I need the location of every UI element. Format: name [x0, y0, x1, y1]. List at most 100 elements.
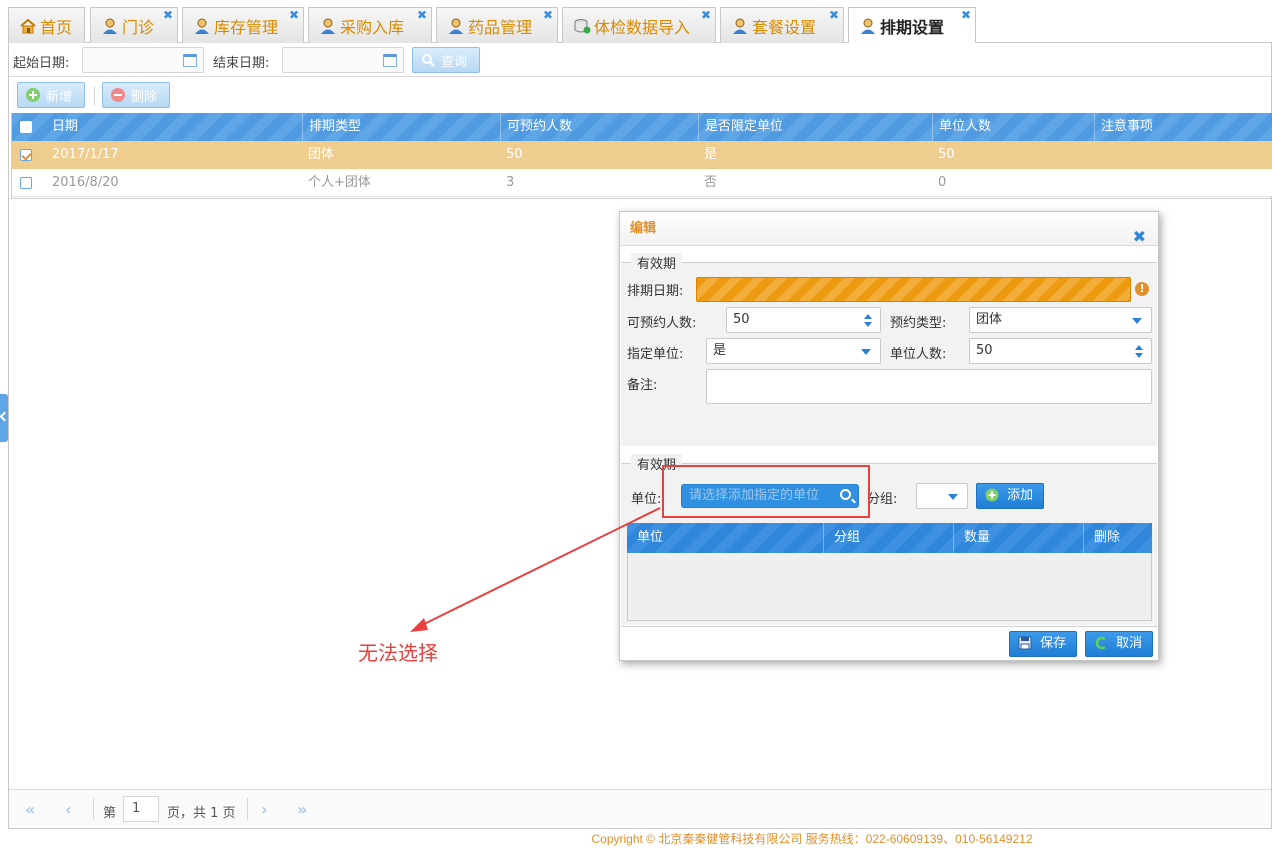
- spin-up-icon[interactable]: [864, 314, 872, 319]
- warning-icon: !: [1135, 282, 1149, 296]
- tab-purchase[interactable]: 采购入库 ✖: [308, 7, 432, 43]
- spin-down-icon[interactable]: [864, 322, 872, 327]
- tab-label: 体检数据导入: [594, 17, 691, 37]
- spin-up-icon[interactable]: [1135, 345, 1143, 350]
- unit-count-value: 50: [976, 343, 993, 358]
- column-header[interactable]: 删除: [1083, 523, 1152, 553]
- column-header[interactable]: 可预约人数: [500, 113, 698, 141]
- toolbar-divider: [94, 86, 95, 106]
- tab-bar: 首页 门诊 ✖ 库存管理 ✖ 采购入库 ✖ 药品管理 ✖ 体检数据导入 ✖ 套餐…: [8, 7, 1272, 44]
- spin-down-icon[interactable]: [1135, 353, 1143, 358]
- table-cell: 3: [506, 175, 515, 190]
- chevron-down-icon[interactable]: [861, 349, 871, 355]
- column-header[interactable]: 数量: [953, 523, 1083, 553]
- unit-grid-body: [627, 553, 1152, 621]
- close-icon[interactable]: ✖: [961, 9, 971, 21]
- remark-label: 备注:: [627, 378, 658, 393]
- page-number-input[interactable]: 1: [123, 796, 159, 822]
- cancel-button-label: 取消: [1116, 636, 1143, 651]
- dialog-title-bar: 编辑 ✖: [620, 212, 1158, 246]
- tab-drug-management[interactable]: 药品管理 ✖: [436, 7, 558, 43]
- calendar-icon[interactable]: [183, 54, 197, 67]
- add-button-label: 新增: [46, 89, 73, 105]
- search-icon: [421, 53, 435, 67]
- close-icon[interactable]: ✖: [829, 9, 839, 21]
- bookable-count-spinner[interactable]: 50: [726, 307, 881, 333]
- column-header[interactable]: 分组: [823, 523, 953, 553]
- schedule-grid: 日期 排期类型 可预约人数 是否限定单位 单位人数 注意事项 2017/1/17…: [11, 113, 1272, 199]
- unit-count-spinner[interactable]: 50: [969, 338, 1152, 364]
- last-page-icon[interactable]: »: [297, 800, 307, 819]
- start-date-input[interactable]: [82, 47, 204, 73]
- search-button[interactable]: 查询: [412, 47, 480, 73]
- tab-checkup-import[interactable]: 体检数据导入 ✖: [562, 7, 716, 43]
- unit-count-label: 单位人数:: [890, 347, 947, 362]
- schedule-date-input[interactable]: [696, 277, 1131, 302]
- tab-package-settings[interactable]: 套餐设置 ✖: [720, 7, 844, 43]
- close-icon[interactable]: ✖: [289, 9, 299, 21]
- table-cell: 个人+团体: [308, 175, 371, 190]
- add-button[interactable]: 新增: [17, 82, 85, 108]
- calendar-icon[interactable]: [383, 54, 397, 67]
- edit-dialog: 编辑 ✖ 有效期 排期日期: ! 可预约人数: 50 预约类型: 团体 指定单位…: [619, 211, 1159, 661]
- select-all-checkbox[interactable]: [20, 121, 32, 133]
- table-row[interactable]: 2017/1/17 团体 50 是 50: [12, 141, 1272, 169]
- row-checkbox[interactable]: [20, 149, 32, 161]
- chevron-down-icon[interactable]: [1132, 318, 1142, 324]
- tab-inventory[interactable]: 库存管理 ✖: [182, 7, 304, 43]
- tab-outpatient[interactable]: 门诊 ✖: [90, 7, 178, 43]
- user-icon: [859, 18, 877, 34]
- chevron-down-icon[interactable]: [948, 494, 958, 500]
- dialog-button-bar: 保存 取消: [621, 626, 1157, 660]
- designated-unit-select[interactable]: 是: [706, 338, 881, 364]
- database-icon: [573, 18, 591, 34]
- column-header[interactable]: 排期类型: [302, 113, 500, 141]
- tab-label: 排期设置: [880, 18, 945, 37]
- bookable-count-label: 可预约人数:: [627, 316, 697, 331]
- designated-unit-label: 指定单位:: [627, 347, 684, 362]
- column-header[interactable]: 单位: [627, 523, 823, 553]
- group-label: 分组:: [867, 492, 898, 507]
- annotation-text: 无法选择: [358, 641, 438, 665]
- close-icon[interactable]: ✖: [417, 9, 427, 21]
- column-header[interactable]: 单位人数: [932, 113, 1094, 141]
- table-cell: [1094, 141, 1100, 169]
- tab-label: 库存管理: [214, 17, 279, 37]
- tab-schedule-settings[interactable]: 排期设置 ✖: [848, 7, 976, 44]
- table-cell: 是: [704, 147, 718, 162]
- next-page-icon[interactable]: ›: [261, 800, 268, 819]
- prev-page-icon[interactable]: ‹: [65, 800, 72, 819]
- close-icon[interactable]: ✖: [701, 9, 711, 21]
- tab-label: 首页: [40, 17, 73, 37]
- tab-label: 药品管理: [468, 17, 533, 37]
- remark-textarea[interactable]: [706, 369, 1152, 404]
- close-icon[interactable]: ✖: [1133, 220, 1146, 254]
- pager-divider: [247, 798, 248, 820]
- user-icon: [193, 18, 211, 34]
- add-unit-button[interactable]: 添加: [976, 483, 1044, 509]
- first-page-icon[interactable]: «: [25, 800, 35, 819]
- table-row[interactable]: 2016/8/20 个人+团体 3 否 0: [12, 169, 1272, 197]
- row-checkbox[interactable]: [20, 177, 32, 189]
- end-date-label: 结束日期:: [213, 56, 270, 71]
- column-header[interactable]: 日期: [46, 113, 300, 141]
- grid-header: 日期 排期类型 可预约人数 是否限定单位 单位人数 注意事项: [12, 113, 1272, 141]
- sidebar-expand-handle[interactable]: [0, 394, 8, 442]
- column-header[interactable]: 是否限定单位: [698, 113, 932, 141]
- delete-button[interactable]: 删除: [102, 82, 170, 108]
- save-button-label: 保存: [1040, 636, 1067, 651]
- booking-type-value: 团体: [976, 312, 1003, 327]
- user-icon: [447, 18, 465, 34]
- booking-type-select[interactable]: 团体: [969, 307, 1152, 333]
- page-suffix: 页，共 1 页: [167, 806, 236, 821]
- column-header[interactable]: 注意事项: [1094, 113, 1272, 141]
- cancel-button[interactable]: 取消: [1085, 631, 1153, 657]
- tab-home[interactable]: 首页: [8, 7, 85, 43]
- group-select[interactable]: [916, 483, 968, 509]
- close-icon[interactable]: ✖: [163, 9, 173, 21]
- end-date-input[interactable]: [282, 47, 404, 73]
- pager-divider: [93, 798, 94, 820]
- save-button[interactable]: 保存: [1009, 631, 1077, 657]
- table-cell: [1094, 169, 1100, 197]
- close-icon[interactable]: ✖: [543, 9, 553, 21]
